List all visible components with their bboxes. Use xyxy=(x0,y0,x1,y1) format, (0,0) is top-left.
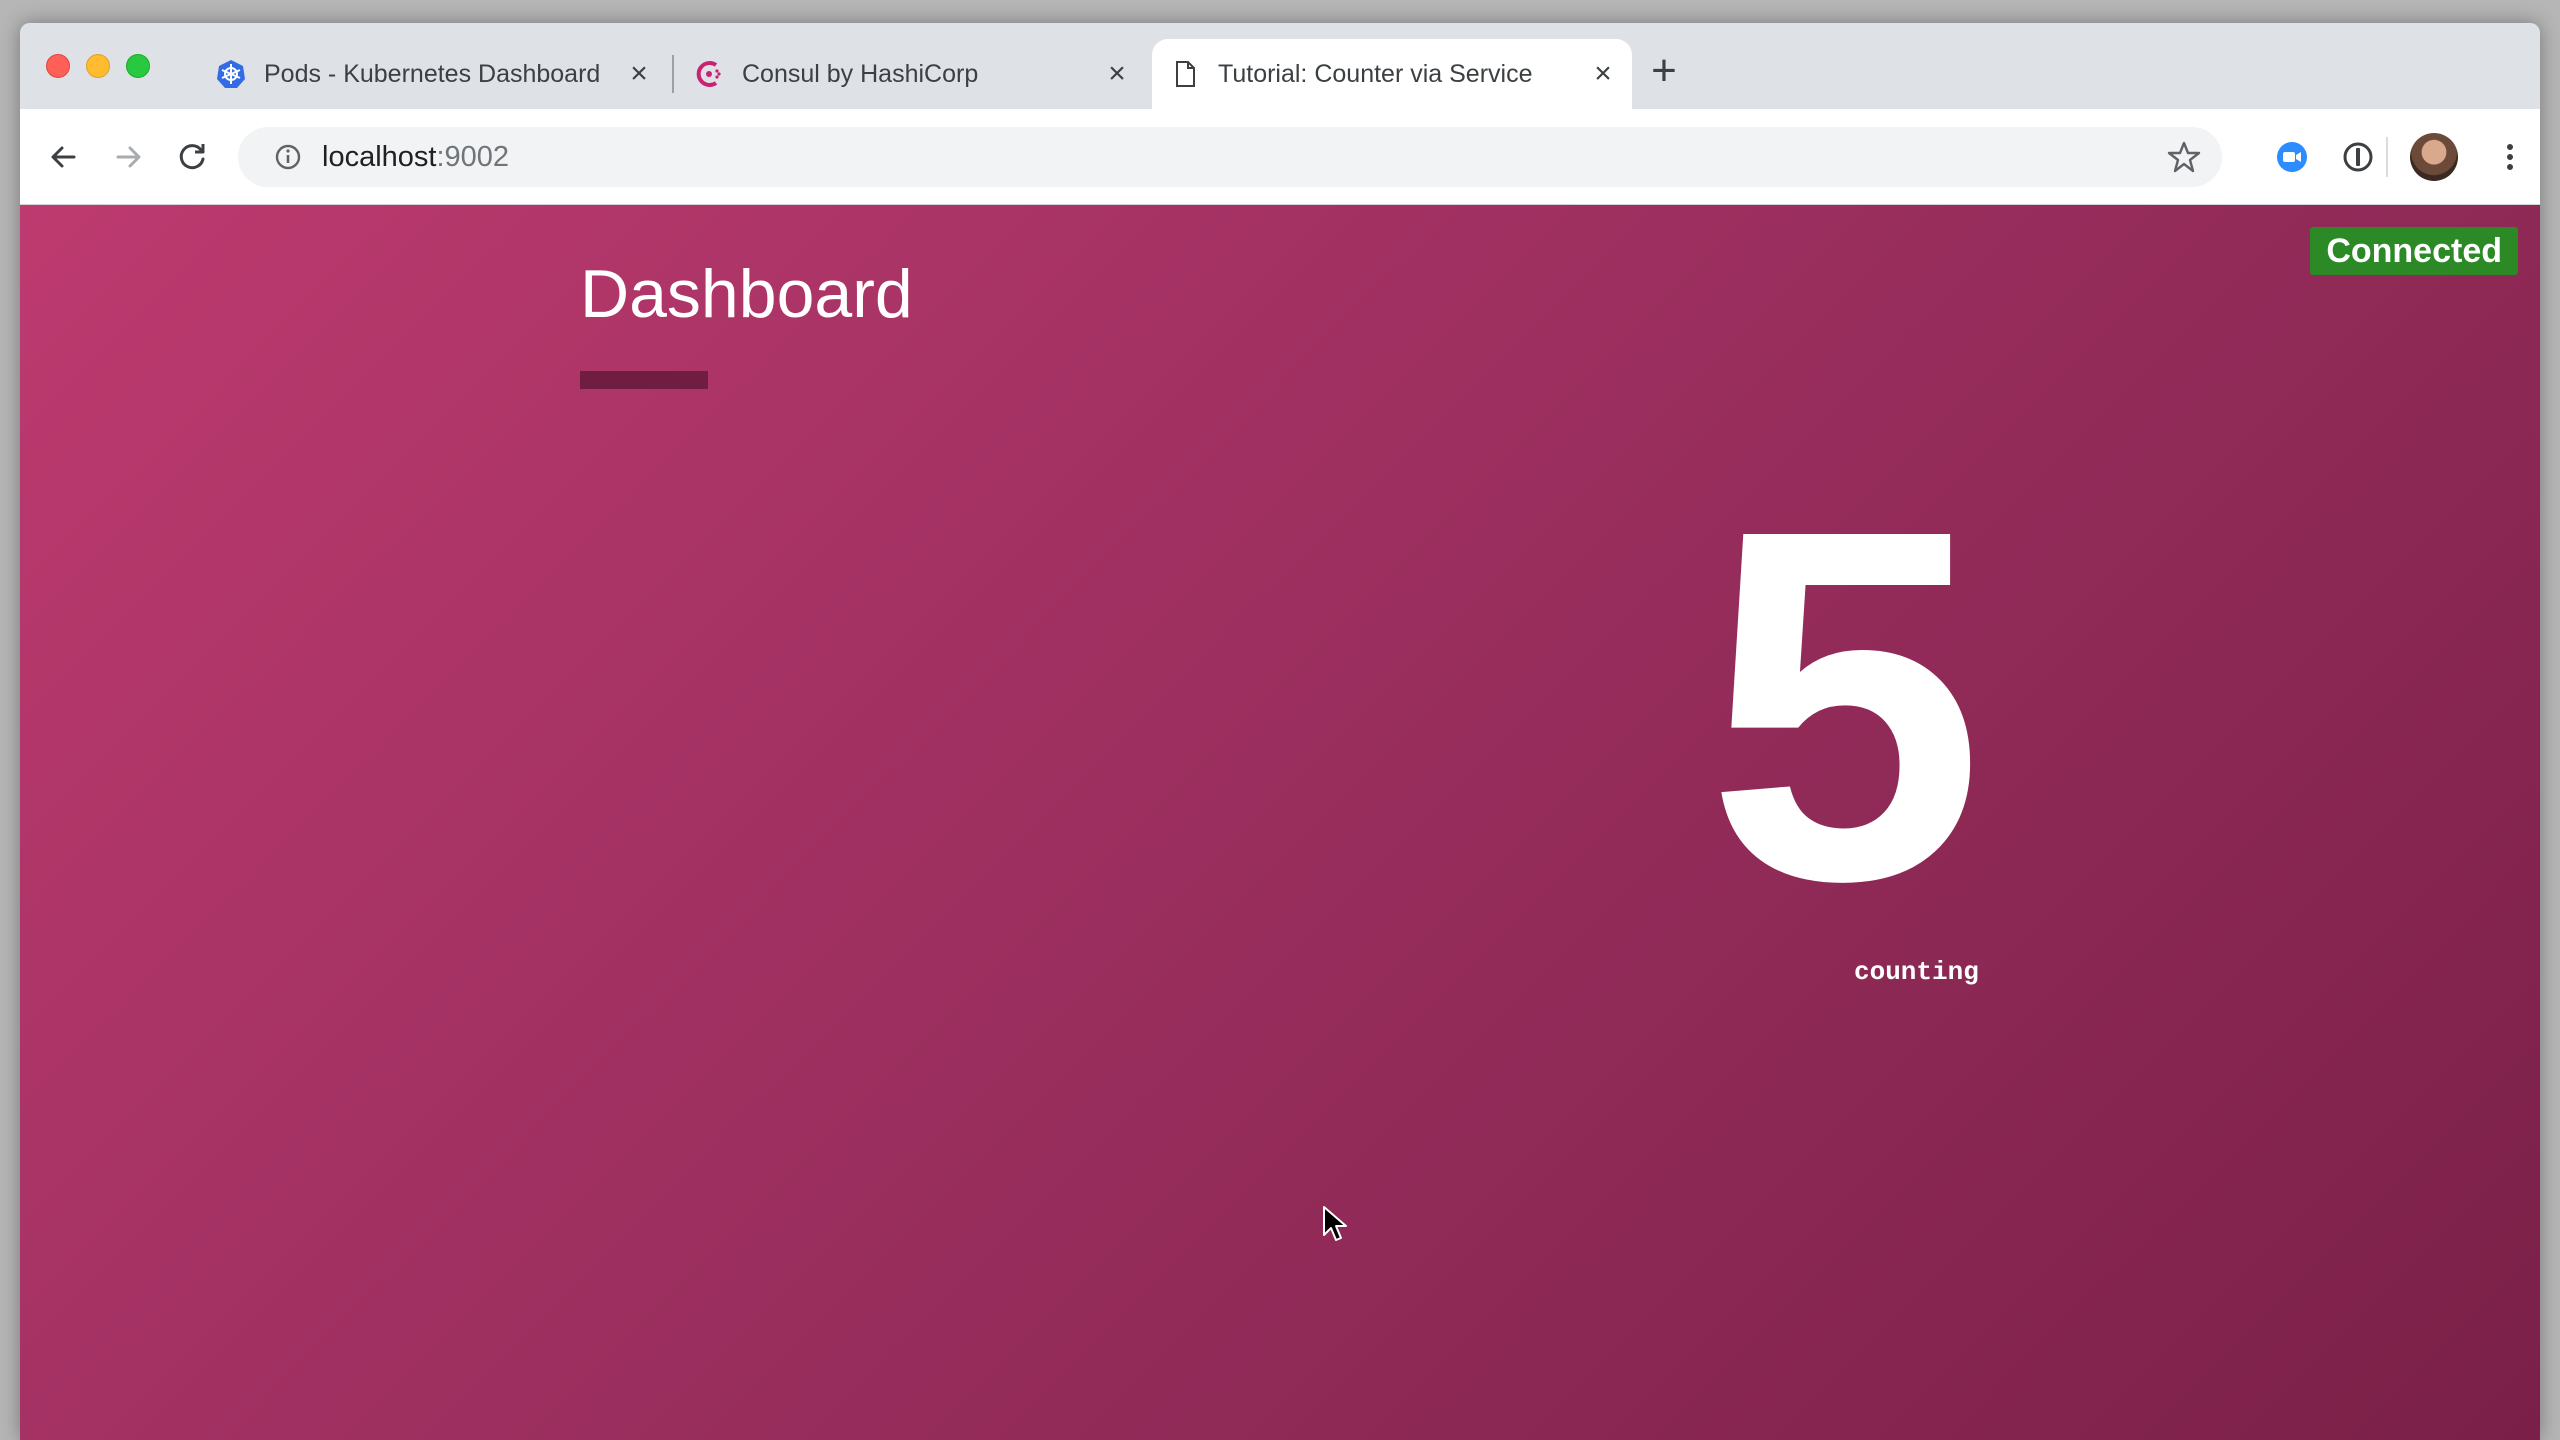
zoom-extension-icon[interactable] xyxy=(2270,135,2314,179)
status-badge: Connected xyxy=(2310,227,2518,275)
tab-kubernetes-dashboard[interactable]: Pods - Kubernetes Dashboard × xyxy=(198,39,668,109)
window-minimize-button[interactable] xyxy=(86,54,110,78)
tab-counter-tutorial[interactable]: Tutorial: Counter via Service × xyxy=(1152,39,1632,109)
bookmark-star-icon[interactable] xyxy=(2166,139,2202,175)
url-port: :9002 xyxy=(436,141,509,173)
url-text: localhost:9002 xyxy=(322,141,509,173)
counter-value: 5 xyxy=(1665,495,2025,915)
close-tab-icon[interactable]: × xyxy=(1104,61,1130,87)
forward-arrow-icon[interactable] xyxy=(106,135,150,179)
title-underline xyxy=(580,371,708,389)
close-tab-icon[interactable]: × xyxy=(1590,61,1616,87)
page-content: Dashboard Connected 5 counting xyxy=(20,205,2540,1440)
document-icon xyxy=(1170,59,1200,89)
tab-divider xyxy=(672,55,674,93)
tab-title: Consul by HashiCorp xyxy=(742,59,978,89)
toolbar-divider xyxy=(2386,137,2388,177)
window-maximize-button[interactable] xyxy=(126,54,150,78)
back-arrow-icon[interactable] xyxy=(42,135,86,179)
password-manager-icon[interactable] xyxy=(2336,135,2380,179)
consul-icon xyxy=(694,59,724,89)
address-bar[interactable]: localhost:9002 xyxy=(238,127,2222,187)
url-host: localhost xyxy=(322,141,436,173)
counter-label: counting xyxy=(1854,957,1979,987)
plus-icon[interactable]: + xyxy=(1644,53,1684,93)
menu-kebab-icon[interactable] xyxy=(2488,135,2532,179)
tab-title: Tutorial: Counter via Service xyxy=(1218,59,1532,89)
browser-toolbar: localhost:9002 xyxy=(20,109,2540,205)
tab-title: Pods - Kubernetes Dashboard xyxy=(264,59,600,89)
mouse-cursor-icon xyxy=(1322,1205,1350,1245)
tab-strip: Pods - Kubernetes Dashboard × Consul by … xyxy=(20,23,2540,109)
profile-avatar[interactable] xyxy=(2410,133,2458,181)
close-tab-icon[interactable]: × xyxy=(626,61,652,87)
info-icon[interactable] xyxy=(274,143,302,171)
browser-window: Pods - Kubernetes Dashboard × Consul by … xyxy=(20,23,2540,1440)
page-title: Dashboard xyxy=(580,255,913,333)
tab-consul[interactable]: Consul by HashiCorp × xyxy=(676,39,1146,109)
kubernetes-icon xyxy=(216,59,246,89)
reload-icon[interactable] xyxy=(170,135,214,179)
window-close-button[interactable] xyxy=(46,54,70,78)
